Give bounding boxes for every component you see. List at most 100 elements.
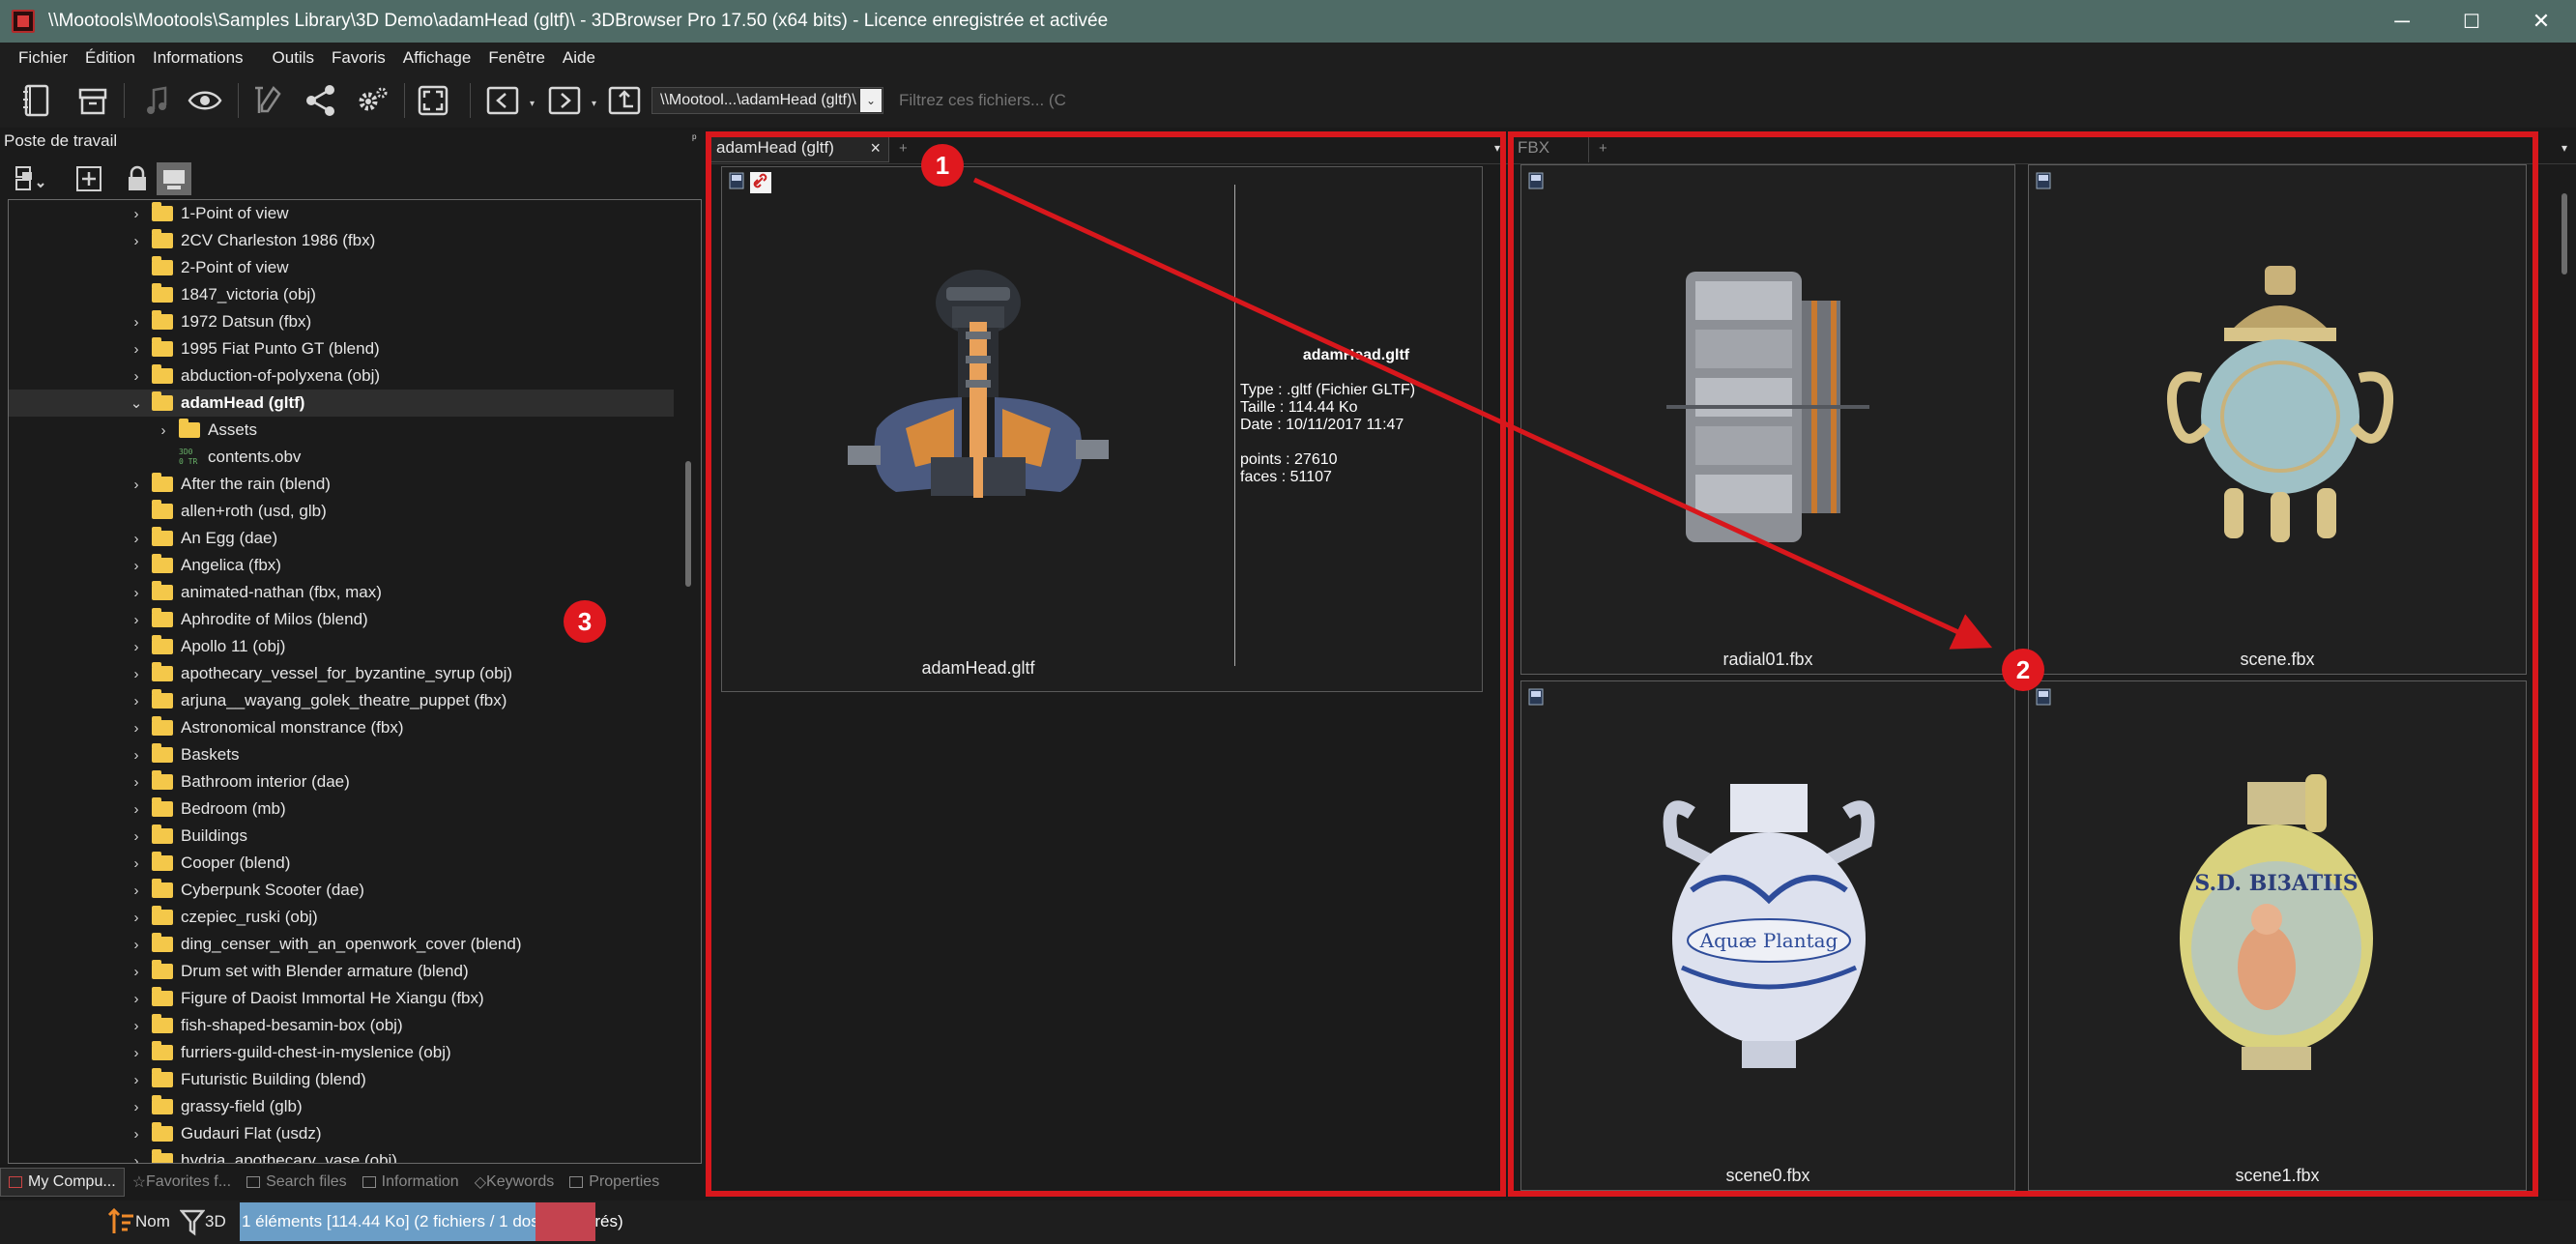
- chevron-right-icon[interactable]: ›: [129, 1012, 144, 1039]
- menu-aide[interactable]: Aide: [554, 48, 604, 68]
- tools-icon[interactable]: [247, 81, 290, 120]
- menu-edition[interactable]: Édition: [76, 48, 144, 68]
- back-icon[interactable]: [481, 81, 524, 120]
- tree-item[interactable]: › 2CV Charleston 1986 (fbx): [9, 227, 674, 254]
- tree-item[interactable]: › Futuristic Building (blend): [9, 1066, 674, 1093]
- tree-item[interactable]: › grassy-field (glb): [9, 1093, 674, 1120]
- chevron-right-icon[interactable]: ›: [129, 687, 144, 714]
- chevron-right-icon[interactable]: ›: [156, 417, 171, 444]
- menu-fichier[interactable]: Fichier: [10, 48, 76, 68]
- tree-item[interactable]: › apothecary_vessel_for_byzantine_syrup (…: [9, 660, 674, 687]
- tree-item[interactable]: 2-Point of view: [9, 254, 674, 281]
- tree-item[interactable]: › abduction-of-polyxena (obj): [9, 362, 674, 390]
- tab-properties[interactable]: Properties: [562, 1168, 667, 1197]
- tree-item[interactable]: › fish-shaped-besamin-box (obj): [9, 1012, 674, 1039]
- tree-item[interactable]: › Bedroom (mb): [9, 796, 674, 823]
- path-dropdown-button[interactable]: ⌄: [860, 89, 882, 112]
- tree-item[interactable]: › Bathroom interior (dae): [9, 768, 674, 796]
- chevron-right-icon[interactable]: ›: [129, 985, 144, 1012]
- tree-item[interactable]: 3D0 0 TR contents.obv: [9, 444, 674, 471]
- filter-input[interactable]: [899, 87, 1121, 114]
- tree-item[interactable]: › Cyberpunk Scooter (dae): [9, 877, 674, 904]
- chevron-right-icon[interactable]: ›: [129, 1066, 144, 1093]
- tree-item[interactable]: › 1995 Fiat Punto GT (blend): [9, 335, 674, 362]
- path-field[interactable]: \\Mootool...\adamHead (gltf)\: [651, 87, 883, 114]
- archive-icon[interactable]: [72, 81, 114, 120]
- file-preview-card[interactable]: adamHead.gltf Type : .gltf (Fichier GLTF…: [721, 166, 1483, 692]
- scrollbar-thumb[interactable]: [2562, 193, 2567, 275]
- tab-my-computer[interactable]: My Compu...: [0, 1168, 125, 1197]
- minimize-button[interactable]: ─: [2367, 0, 2437, 43]
- add-tab-button[interactable]: +: [1591, 133, 1607, 162]
- tree-item[interactable]: › Angelica (fbx): [9, 552, 674, 579]
- scrollbar-thumb[interactable]: [685, 461, 691, 587]
- menu-fenetre[interactable]: Fenêtre: [479, 48, 554, 68]
- thumbnail-scene0[interactable]: Aquæ Plantag scene0.fbx: [1520, 680, 2015, 1191]
- chevron-right-icon[interactable]: ›: [129, 958, 144, 985]
- tab-favorites[interactable]: ☆ Favorites f...: [125, 1168, 239, 1197]
- chevron-right-icon[interactable]: ›: [129, 741, 144, 768]
- tab-information[interactable]: Information: [355, 1168, 467, 1197]
- chevron-right-icon[interactable]: ›: [129, 1120, 144, 1147]
- tree-item[interactable]: › ding_censer_with_an_openwork_cover (ble…: [9, 931, 674, 958]
- folder-tree[interactable]: › 1-Point of view › 2CV Charleston 1986 (fb…: [8, 199, 702, 1164]
- menu-favoris[interactable]: Favoris: [323, 48, 394, 68]
- tree-item[interactable]: › 1-Point of view: [9, 200, 674, 227]
- tree-item[interactable]: › Astronomical monstrance (fbx): [9, 714, 674, 741]
- thumbnail-scene[interactable]: scene.fbx: [2028, 164, 2527, 675]
- thumbnail-scene1[interactable]: S.D. BI3ATIIS scene1.fbx: [2028, 680, 2527, 1191]
- tab-search-files[interactable]: Search files: [239, 1168, 355, 1197]
- tree-item[interactable]: allen+roth (usd, glb): [9, 498, 674, 525]
- tab-close-icon[interactable]: ×: [870, 138, 881, 159]
- chevron-right-icon[interactable]: ›: [129, 579, 144, 606]
- tree-item[interactable]: › Drum set with Blender armature (blend): [9, 958, 674, 985]
- tree-item[interactable]: › 1972 Datsun (fbx): [9, 308, 674, 335]
- chevron-right-icon[interactable]: ›: [129, 1147, 144, 1164]
- chevron-right-icon[interactable]: ›: [129, 1093, 144, 1120]
- close-button[interactable]: ✕: [2506, 0, 2576, 43]
- add-folder-icon[interactable]: [72, 162, 106, 195]
- computer-icon[interactable]: [157, 162, 191, 195]
- share-icon[interactable]: [300, 81, 342, 120]
- chevron-right-icon[interactable]: ›: [129, 660, 144, 687]
- chevron-right-icon[interactable]: ›: [129, 931, 144, 958]
- fullscreen-icon[interactable]: [412, 81, 454, 120]
- tab-fbx[interactable]: FBX: [1510, 133, 1589, 162]
- back-history-caret[interactable]: ▾: [530, 99, 535, 109]
- chevron-right-icon[interactable]: ›: [129, 606, 144, 633]
- tree-item[interactable]: › arjuna__wayang_golek_theatre_puppet (fb…: [9, 687, 674, 714]
- tree-item[interactable]: › czepiec_ruski (obj): [9, 904, 674, 931]
- menu-affichage[interactable]: Affichage: [394, 48, 480, 68]
- tree-item[interactable]: ⌄ adamHead (gltf): [9, 390, 674, 417]
- chevron-right-icon[interactable]: ›: [129, 525, 144, 552]
- tab-menu-icon[interactable]: ▾: [2554, 133, 2567, 162]
- menu-outils[interactable]: Outils: [264, 48, 323, 68]
- tree-item[interactable]: › hydria_apothecary_vase (obj): [9, 1147, 674, 1164]
- tree-item[interactable]: › After the rain (blend): [9, 471, 674, 498]
- add-tab-button[interactable]: +: [891, 133, 908, 162]
- tab-adamhead[interactable]: adamHead (gltf) ×: [708, 133, 889, 162]
- thumbnail-radial01[interactable]: radial01.fbx: [1520, 164, 2015, 675]
- tree-item[interactable]: › furriers-guild-chest-in-myslenice (obj): [9, 1039, 674, 1066]
- forward-icon[interactable]: [543, 81, 586, 120]
- chevron-right-icon[interactable]: ›: [129, 850, 144, 877]
- chevron-right-icon[interactable]: ›: [129, 200, 144, 227]
- chevron-right-icon[interactable]: ›: [129, 471, 144, 498]
- chevron-down-icon[interactable]: ⌄: [129, 390, 144, 417]
- music-note-icon[interactable]: [135, 81, 178, 120]
- tree-item[interactable]: › Buildings: [9, 823, 674, 850]
- lock-icon[interactable]: [120, 162, 155, 195]
- chevron-right-icon[interactable]: ›: [129, 768, 144, 796]
- chevron-right-icon[interactable]: ›: [129, 227, 144, 254]
- tree-item[interactable]: › Baskets: [9, 741, 674, 768]
- pin-icon[interactable]: ᵖ: [692, 131, 697, 145]
- chevron-right-icon[interactable]: ›: [129, 904, 144, 931]
- tree-item[interactable]: › Assets: [9, 417, 674, 444]
- menu-informations[interactable]: Informations: [144, 48, 252, 68]
- filter-button[interactable]: 3D: [180, 1206, 226, 1237]
- maximize-button[interactable]: ☐: [2437, 0, 2506, 43]
- parent-folder-icon[interactable]: [603, 81, 646, 120]
- tab-keywords[interactable]: ◇ Keywords: [467, 1168, 563, 1197]
- tree-item[interactable]: 1847_victoria (obj): [9, 281, 674, 308]
- view-mode-icon[interactable]: [14, 162, 48, 195]
